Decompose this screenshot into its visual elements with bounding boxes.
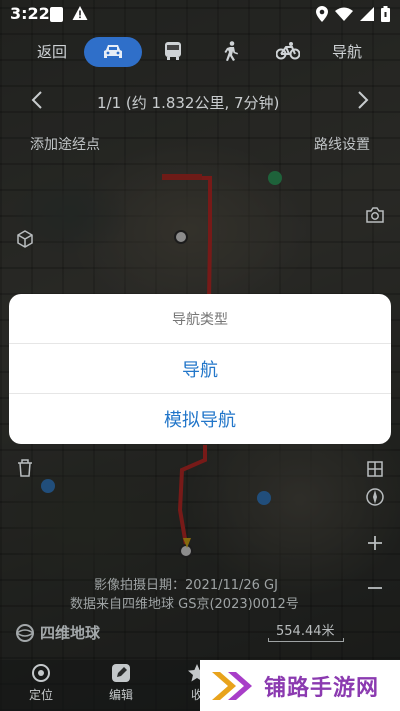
minus-icon (368, 587, 382, 589)
bike-icon (276, 42, 300, 60)
brand-name: 四维地球 (40, 624, 101, 642)
scale-label: 554.44米 (276, 624, 335, 639)
zoom-out-button[interactable] (362, 575, 388, 601)
plus-icon (368, 536, 382, 550)
navigate-button[interactable]: 导航 (325, 34, 369, 68)
cube-icon (17, 230, 33, 248)
notification-box-icon (50, 7, 63, 22)
bus-icon (165, 42, 181, 60)
chevron-right-icon[interactable] (356, 90, 370, 110)
grid-icon (367, 461, 383, 477)
trash-icon (18, 459, 32, 477)
mode-walk-button[interactable] (216, 34, 246, 68)
location-icon (316, 6, 328, 22)
locate-tab[interactable]: 定位 (16, 662, 66, 703)
3d-view-button[interactable] (12, 226, 38, 252)
wifi-icon (335, 7, 353, 21)
signal-icon (360, 7, 374, 21)
navigation-type-dialog: 导航类型 导航 模拟导航 (9, 294, 391, 444)
zoom-in-button[interactable] (362, 530, 388, 556)
target-icon (32, 664, 50, 682)
add-waypoint-button[interactable]: 添加途经点 (30, 134, 100, 154)
chevron-left-icon[interactable] (30, 90, 44, 110)
edit-icon (112, 664, 130, 682)
siwei-logo-icon (16, 623, 34, 642)
edit-label: 编辑 (108, 688, 133, 702)
option-simulated-navigate[interactable]: 模拟导航 (9, 394, 391, 444)
imagery-date-text: 影像拍摄日期：2021/11/26 GJ (94, 578, 278, 593)
battery-icon (381, 6, 390, 22)
compass-button[interactable] (362, 484, 388, 510)
back-button[interactable]: 返回 (30, 34, 74, 68)
route-info-bar: 1/1 (约 1.832公里, 7分钟) (0, 88, 400, 116)
scale-bar (268, 638, 344, 642)
dialog-title: 导航类型 (9, 294, 391, 344)
walk-icon (224, 41, 238, 61)
route-settings-button[interactable]: 路线设置 (314, 134, 370, 154)
status-bar: 3:22 (0, 0, 400, 28)
status-time: 3:22 (10, 4, 50, 23)
layers-button[interactable] (362, 456, 388, 482)
mode-bus-button[interactable] (158, 34, 188, 68)
route-mode-bar: 返回 导航 (0, 34, 400, 70)
data-source-text: 数据来自四维地球 GS京(2023)0012号 (70, 597, 299, 612)
promo-text: 铺路手游网 (264, 675, 380, 701)
clear-button[interactable] (12, 455, 38, 481)
double-chevron-logo-icon (212, 671, 252, 700)
screenshot-button[interactable] (362, 202, 388, 228)
mode-bike-button[interactable] (273, 34, 303, 68)
brand-logo: 四维地球 (14, 622, 100, 643)
compass-icon (366, 488, 384, 506)
option-navigate[interactable]: 导航 (9, 344, 391, 394)
promo-banner: 铺路手游网 (200, 660, 400, 711)
edit-tab[interactable]: 编辑 (96, 662, 146, 703)
locate-label: 定位 (28, 688, 53, 702)
mode-drive-button[interactable] (84, 37, 142, 67)
warning-icon (72, 6, 88, 20)
route-summary: 1/1 (约 1.832公里, 7分钟) (97, 94, 280, 112)
car-icon (104, 45, 122, 58)
camera-icon (366, 207, 384, 223)
